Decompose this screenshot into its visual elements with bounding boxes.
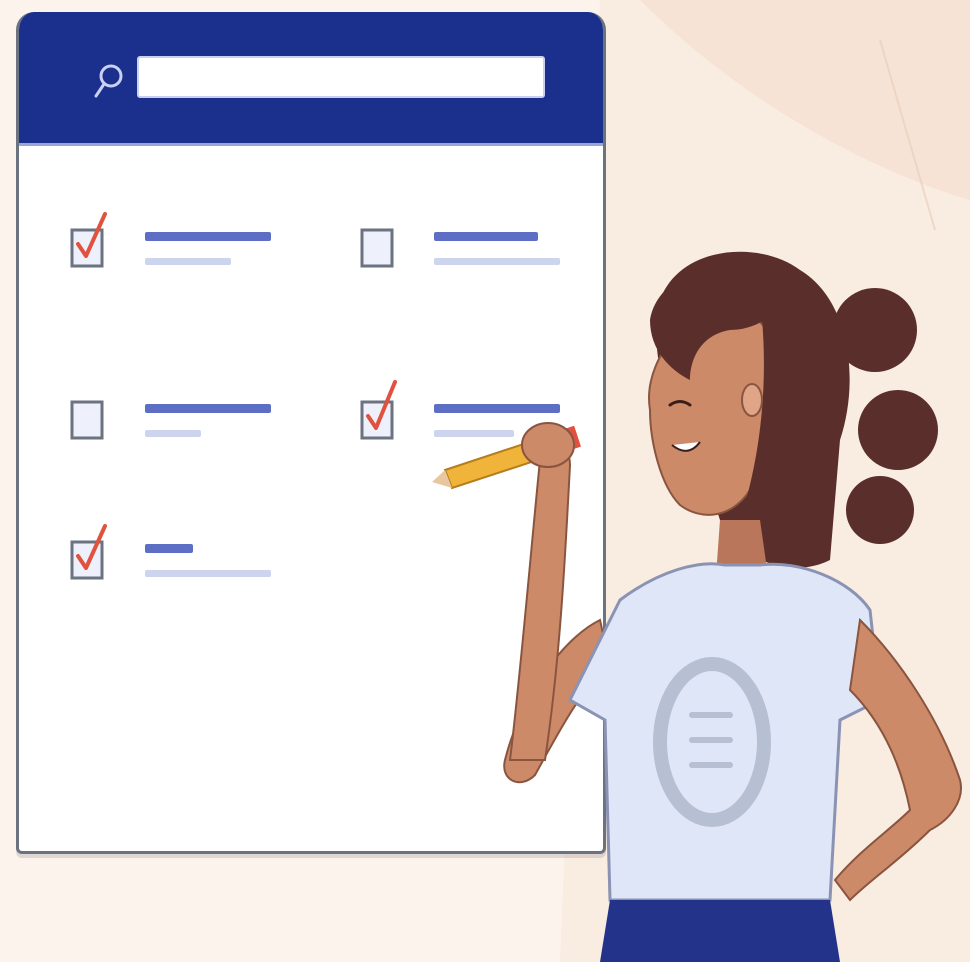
item-subtitle-bar [145,258,231,265]
checkbox-checked-icon[interactable] [69,514,119,594]
hand [521,422,575,468]
checklist-item[interactable] [69,202,319,282]
illustration-scene [0,0,970,962]
hip-arm [833,617,962,902]
item-title-bar [145,544,193,553]
shirt [568,562,882,902]
checklist-item[interactable] [69,514,319,594]
item-subtitle-bar [145,430,201,437]
woman-character [432,251,962,962]
jeans [600,900,840,962]
checkbox-empty-icon[interactable] [69,374,119,454]
checkbox-checked-icon[interactable] [359,374,409,454]
search-input[interactable] [137,56,545,98]
checkbox-empty-icon[interactable] [359,202,409,282]
search-header [19,12,603,146]
search-icon[interactable] [91,56,127,116]
checklist-item[interactable] [69,374,319,454]
item-title-bar [145,232,271,241]
item-title-bar [145,404,271,413]
checkbox-checked-icon[interactable] [69,202,119,282]
item-subtitle-bar [145,570,271,577]
